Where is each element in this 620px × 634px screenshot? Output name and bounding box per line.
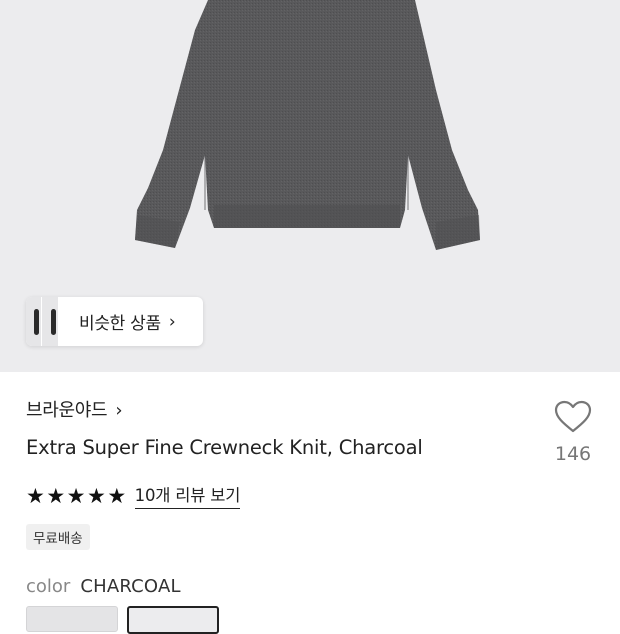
wishlist-button[interactable]: 146	[548, 400, 598, 465]
thumbnail-2	[42, 297, 59, 346]
color-value: CHARCOAL	[80, 576, 181, 597]
free-shipping-badge: 무료배송	[26, 524, 90, 550]
chevron-right-icon: ›	[168, 311, 176, 332]
rating: ★ ★ ★ ★ ★ 10개 리뷰 보기	[26, 482, 240, 509]
star-icon: ★	[26, 483, 45, 508]
similar-thumbnails	[26, 297, 77, 346]
product-image[interactable]: 비슷한 상품 ›	[0, 0, 620, 372]
color-selector-label: color CHARCOAL	[26, 576, 181, 597]
thumbnail-3	[59, 297, 77, 346]
star-icon: ★	[46, 483, 66, 508]
brand-link[interactable]: 브라운야드 ›	[26, 396, 123, 422]
star-icon: ★	[66, 483, 86, 508]
star-icon: ★	[86, 483, 106, 508]
thumbnail-1	[26, 297, 42, 346]
rating-stars: ★ ★ ★ ★ ★	[26, 484, 128, 508]
heart-icon	[554, 400, 592, 433]
product-title: Extra Super Fine Crewneck Knit, Charcoal	[26, 436, 423, 459]
brand-name: 브라운야드	[26, 400, 108, 421]
color-label: color	[26, 576, 71, 597]
star-icon: ★	[107, 483, 127, 508]
wishlist-count: 146	[554, 443, 592, 465]
color-swatch-selected[interactable]	[127, 606, 219, 634]
color-swatch[interactable]	[26, 606, 118, 632]
chevron-right-icon: ›	[115, 400, 123, 421]
review-link[interactable]: 10개 리뷰 보기	[134, 482, 240, 509]
similar-products-button[interactable]: 비슷한 상품 ›	[26, 297, 203, 346]
similar-products-label: 비슷한 상품	[79, 314, 161, 334]
